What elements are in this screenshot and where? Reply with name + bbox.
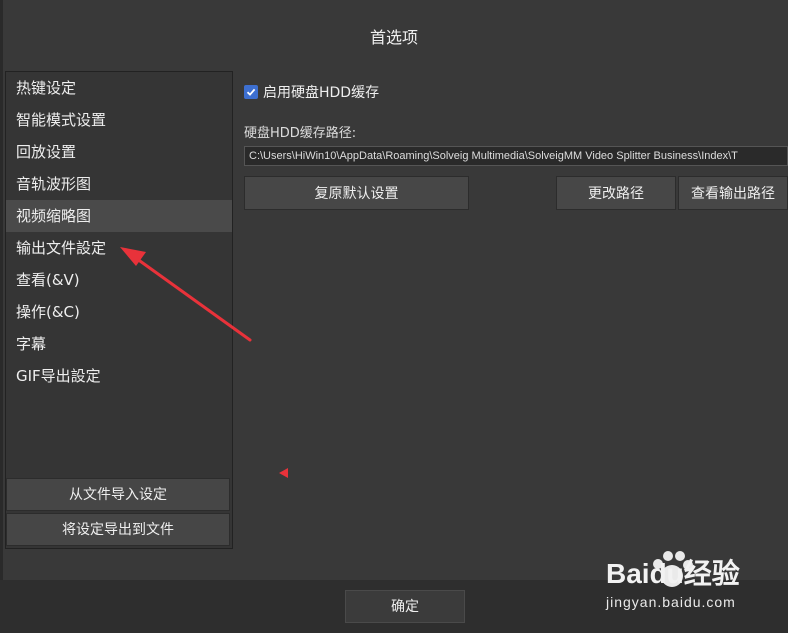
hdd-cache-label: 启用硬盘HDD缓存 [263, 85, 380, 101]
reset-defaults-button[interactable]: 复原默认设置 [244, 176, 469, 210]
checkmark-icon [246, 88, 256, 96]
cache-path-field[interactable]: C:\Users\HiWin10\AppData\Roaming\Solveig… [244, 146, 788, 166]
sidebar-item-subtitles[interactable]: 字幕 [6, 328, 232, 360]
sidebar-item-view[interactable]: 查看(&V) [6, 264, 232, 296]
sidebar-item-hotkeys[interactable]: 热键设定 [6, 72, 232, 104]
preferences-sidebar: 热键设定 智能模式设置 回放设置 音轨波形图 视频缩略图 输出文件設定 查看(&… [5, 71, 233, 549]
watermark-url: jingyan.baidu.com [606, 594, 736, 610]
cache-path-label: 硬盘HDD缓存路径: [244, 126, 357, 141]
watermark-brand: Baidu经验 [606, 558, 740, 589]
hdd-cache-checkbox-row[interactable]: 启用硬盘HDD缓存 [244, 82, 379, 102]
import-settings-button[interactable]: 从文件导入设定 [6, 478, 230, 511]
sidebar-item-playback[interactable]: 回放设置 [6, 136, 232, 168]
baidu-watermark: Baidu经验 jingyan.baidu.com [602, 548, 788, 618]
dialog-title: 首选项 [369, 28, 418, 47]
sidebar-item-output-file[interactable]: 输出文件設定 [6, 232, 232, 264]
window-edge [0, 0, 3, 633]
sidebar-item-operation[interactable]: 操作(&C) [6, 296, 232, 328]
sidebar-item-audio-waveform[interactable]: 音轨波形图 [6, 168, 232, 200]
sidebar-item-video-thumbnails[interactable]: 视频缩略图 [6, 200, 232, 232]
sidebar-item-gif-export[interactable]: GIF导出設定 [6, 360, 232, 392]
view-output-path-button[interactable]: 查看输出路径 [678, 176, 788, 210]
export-settings-button[interactable]: 将设定导出到文件 [6, 513, 230, 546]
change-path-button[interactable]: 更改路径 [556, 176, 676, 210]
ok-button[interactable]: 确定 [345, 590, 465, 623]
hdd-cache-checkbox[interactable] [244, 85, 258, 99]
cursor-marker-icon [279, 468, 288, 478]
sidebar-item-smart-mode[interactable]: 智能模式设置 [6, 104, 232, 136]
